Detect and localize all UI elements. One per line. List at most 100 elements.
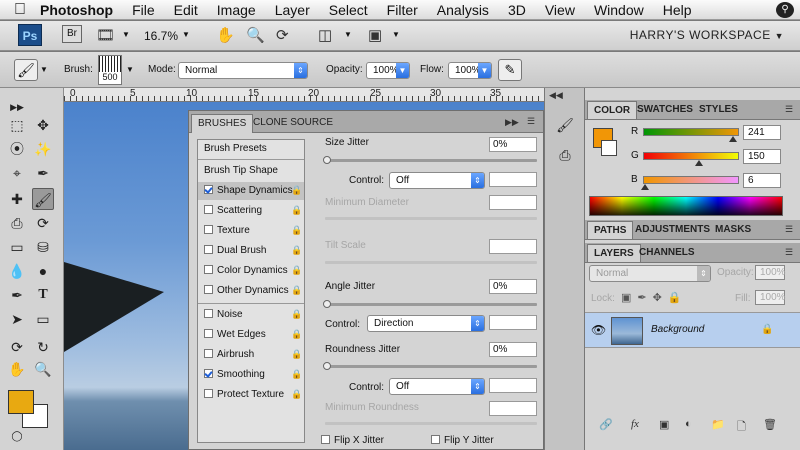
opacity-field[interactable]: 100% ▼ [366, 62, 410, 79]
collapse-dock-icon[interactable]: ◀◀ [549, 90, 563, 101]
menu-filter[interactable]: Filter [387, 2, 418, 18]
roundness-control-select[interactable]: Off ⇕ [389, 378, 485, 395]
brush-option-texture[interactable]: Texture 🔒 [198, 222, 304, 240]
brush-presets-button[interactable]: Brush Presets [198, 140, 304, 158]
hand-tool-icon[interactable]: ✋ [216, 26, 235, 44]
blur-tool-icon[interactable]: 💧 [6, 260, 28, 282]
marquee-tool-icon[interactable]: ⬚ [6, 114, 28, 136]
type-tool-icon[interactable]: T [32, 284, 54, 306]
menu-3d[interactable]: 3D [508, 2, 526, 18]
layer-row-background[interactable]: 👁 Background 🔒 [585, 312, 800, 348]
tab-paths[interactable]: PATHS [587, 221, 634, 239]
brush-option-noise[interactable]: Noise 🔒 [198, 306, 304, 324]
launch-bridge-button[interactable]: Br [62, 25, 82, 43]
checkbox[interactable] [204, 389, 213, 398]
flip-x-jitter-option[interactable]: Flip X Jitter [321, 435, 384, 446]
brush-option-shape-dynamics[interactable]: Shape Dynamics 🔒 [198, 182, 304, 200]
tab-channels[interactable]: CHANNELS [633, 244, 701, 262]
tab-brushes[interactable]: BRUSHES [191, 114, 254, 133]
roundness-jitter-slider[interactable] [323, 362, 537, 370]
foreground-color-swatch[interactable] [8, 390, 34, 414]
checkbox[interactable] [431, 435, 440, 444]
lock-icon[interactable]: 🔒 [291, 285, 302, 296]
lock-icon[interactable]: 🔒 [291, 245, 302, 256]
g-slider[interactable] [643, 152, 739, 160]
rotate-view-icon[interactable]: ⟳ [276, 26, 289, 44]
lock-icon[interactable]: 🔒 [291, 205, 302, 216]
menu-image[interactable]: Image [217, 2, 256, 18]
chevron-down-icon[interactable]: ▼ [122, 30, 130, 39]
brush-option-protect-texture[interactable]: Protect Texture 🔒 [198, 386, 304, 404]
menu-help[interactable]: Help [663, 2, 692, 18]
lock-icon[interactable]: 🔒 [291, 185, 302, 196]
new-layer-icon[interactable]: 🗋 [737, 418, 746, 437]
b-slider[interactable] [643, 176, 739, 184]
hand-tool-icon-panel[interactable]: ✋ [6, 358, 28, 380]
slider-knob[interactable] [323, 156, 331, 164]
tab-adjustments[interactable]: ADJUSTMENTS [629, 221, 716, 239]
spotlight-icon[interactable]: ⚲ [776, 2, 794, 18]
checkbox[interactable] [204, 265, 213, 274]
zoom-chevron-icon[interactable]: ▼ [182, 30, 190, 39]
tab-styles[interactable]: STYLES [693, 101, 744, 119]
g-slider-marker[interactable] [695, 160, 703, 166]
lock-icon[interactable]: 🔒 [291, 349, 302, 360]
layer-opacity-field[interactable]: 100% [755, 265, 786, 280]
brush-option-dual-brush[interactable]: Dual Brush 🔒 [198, 242, 304, 260]
brush-size-picker[interactable]: 500 [98, 55, 122, 85]
brush-option-smoothing[interactable]: Smoothing 🔒 [198, 366, 304, 384]
zoom-tool-icon[interactable]: 🔍 [246, 26, 265, 44]
path-selection-tool-icon[interactable]: ➤ [6, 308, 28, 330]
brushes-panel-icon[interactable]: 🖌 [554, 114, 576, 136]
airbrush-toggle-icon[interactable]: ✎ [498, 59, 522, 81]
angle-control-select[interactable]: Direction ⇕ [367, 315, 485, 332]
checkbox-checked[interactable] [204, 369, 213, 378]
brush-picker-chevron-icon[interactable]: ▼ [126, 65, 134, 74]
menu-window[interactable]: Window [594, 2, 644, 18]
menu-file[interactable]: File [132, 2, 155, 18]
workspace-switcher[interactable]: HARRY'S WORKSPACE ▼ [630, 28, 784, 42]
lock-icon[interactable]: 🔒 [291, 389, 302, 400]
3d-orbit-tool-icon[interactable]: ↻ [32, 336, 54, 358]
clone-source-panel-icon[interactable]: ⎙ [554, 144, 576, 166]
brush-option-other-dynamics[interactable]: Other Dynamics 🔒 [198, 282, 304, 300]
tab-color[interactable]: COLOR [587, 101, 638, 119]
slider-knob[interactable] [323, 362, 331, 370]
link-layers-icon[interactable]: 🔗 [599, 418, 613, 431]
flow-field[interactable]: 100% ▼ [448, 62, 492, 79]
brush-tip-shape-item[interactable]: Brush Tip Shape [198, 162, 304, 180]
brush-option-color-dynamics[interactable]: Color Dynamics 🔒 [198, 262, 304, 280]
lock-icon[interactable]: 🔒 [291, 329, 302, 340]
flip-y-jitter-option[interactable]: Flip Y Jitter [431, 435, 494, 446]
healing-brush-tool-icon[interactable]: ✚ [6, 188, 28, 210]
control-fade-field[interactable] [489, 172, 537, 187]
color-background-swatch[interactable] [601, 140, 617, 156]
arrange-documents-icon[interactable]: ◫ [318, 26, 332, 44]
b-slider-marker[interactable] [641, 184, 649, 190]
lasso-tool-icon[interactable]: ⦿ [6, 138, 28, 160]
film-strip-icon[interactable]: 🎞 [96, 26, 115, 44]
lock-icon[interactable]: 🔒 [291, 369, 302, 380]
screen-mode-chevron-icon[interactable]: ▼ [392, 30, 400, 39]
3d-rotate-tool-icon[interactable]: ⟳ [6, 336, 28, 358]
brush-option-airbrush[interactable]: Airbrush 🔒 [198, 346, 304, 364]
move-tool-icon[interactable]: ✥ [32, 114, 54, 136]
fill-field[interactable]: 100% [755, 290, 786, 305]
lock-icon[interactable]: 🔒 [291, 309, 302, 320]
tab-swatches[interactable]: SWATCHES [631, 101, 699, 119]
panel-menu-icon[interactable]: ☰ [785, 104, 793, 115]
size-jitter-field[interactable]: 0% [489, 137, 537, 152]
brush-tool-preset-icon[interactable]: 🖌 [14, 59, 38, 81]
angle-control-field[interactable] [489, 315, 537, 330]
eraser-tool-icon[interactable]: ▭ [6, 236, 28, 258]
screen-mode-icon[interactable]: ▣ [368, 26, 382, 44]
checkbox[interactable] [321, 435, 330, 444]
lock-icon[interactable]: 🔒 [291, 225, 302, 236]
checkbox[interactable] [204, 309, 213, 318]
new-group-icon[interactable]: 📁 [711, 418, 725, 431]
lock-buttons-icon[interactable]: ▣✒✥🔒 [621, 291, 688, 304]
add-mask-icon[interactable]: ▣ [659, 418, 669, 431]
checkbox[interactable] [204, 349, 213, 358]
g-value-field[interactable]: 150 [743, 149, 781, 164]
tab-masks[interactable]: MASKS [709, 221, 757, 239]
